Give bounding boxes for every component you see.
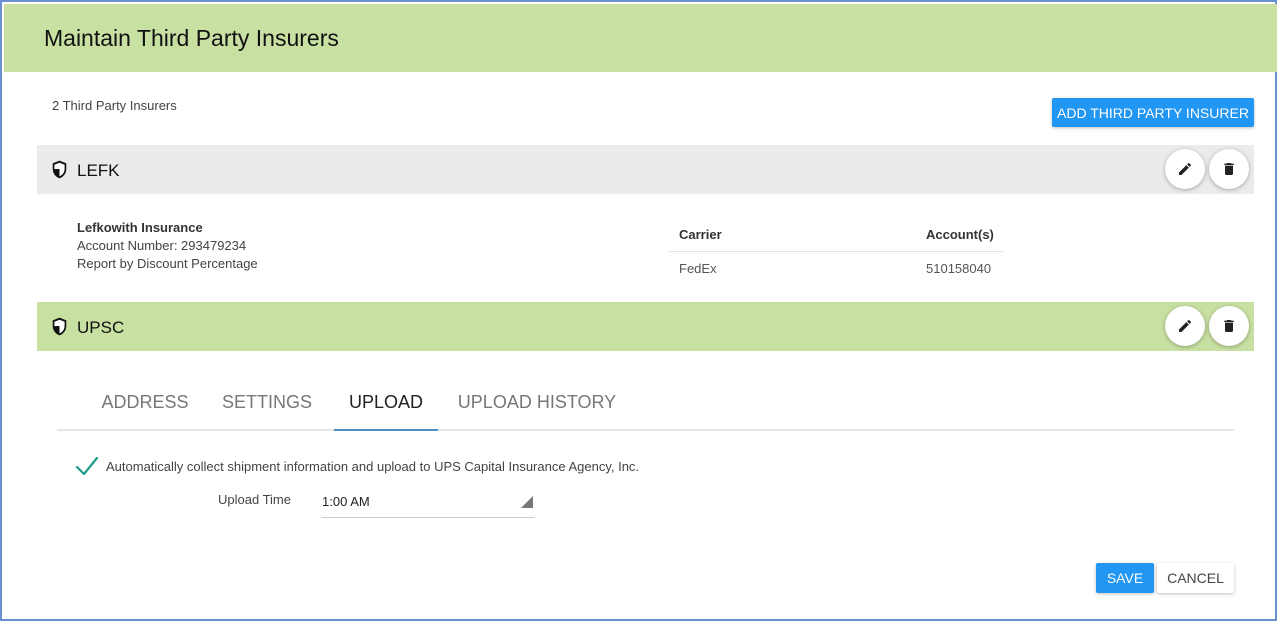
tab-settings[interactable]: SETTINGS [209,382,325,431]
trash-icon [1224,163,1234,175]
upload-time-value: 1:00 AM [322,494,370,509]
insurer-code: LEFK [77,161,120,180]
detail-tabs: ADDRESS SETTINGS UPLOAD UPLOAD HISTORY [57,382,1234,431]
app-frame: Maintain Third Party Insurers 2 Third Pa… [0,0,1277,621]
add-third-party-insurer-button[interactable]: ADD THIRD PARTY INSURER [1052,98,1254,127]
save-button[interactable]: SAVE [1096,563,1154,593]
insurer-row-lefk[interactable]: LEFK [37,145,1254,194]
insurer-row-upsc[interactable]: UPSC [37,302,1254,351]
delete-insurer-button[interactable] [1209,306,1249,346]
insurer-report-by: Report by Discount Percentage [77,256,258,271]
edit-insurer-button[interactable] [1165,306,1205,346]
shield-icon [52,160,67,179]
insurer-count: 2 Third Party Insurers [52,98,177,113]
upload-time-label: Upload Time [218,492,291,507]
cell-account: 510158040 [926,261,992,276]
column-header-accounts: Account(s) [926,227,994,242]
checkmark-icon[interactable] [75,455,99,477]
pencil-icon [1179,319,1192,332]
page-title: Maintain Third Party Insurers [44,25,339,51]
tab-upload[interactable]: UPLOAD [334,382,438,431]
column-header-carrier: Carrier [679,227,722,242]
insurer-name: Lefkowith Insurance [77,220,203,235]
tab-upload-history[interactable]: UPLOAD HISTORY [448,382,626,431]
cancel-button[interactable]: CANCEL [1157,563,1234,593]
auto-collect-label: Automatically collect shipment informati… [106,459,640,474]
trash-icon [1224,320,1234,332]
table-divider [669,251,1003,252]
shield-icon [52,317,67,336]
insurer-account-number: Account Number: 293479234 [77,238,247,253]
upload-time-select[interactable]: 1:00 AM [321,485,535,518]
triangle-dropdown-icon [521,496,533,508]
pencil-icon [1179,162,1192,175]
page-header: Maintain Third Party Insurers [4,4,1277,72]
delete-insurer-button[interactable] [1209,149,1249,189]
edit-insurer-button[interactable] [1165,149,1205,189]
insurer-code: UPSC [77,318,125,337]
tab-address[interactable]: ADDRESS [87,382,203,431]
cell-carrier: FedEx [679,261,717,276]
